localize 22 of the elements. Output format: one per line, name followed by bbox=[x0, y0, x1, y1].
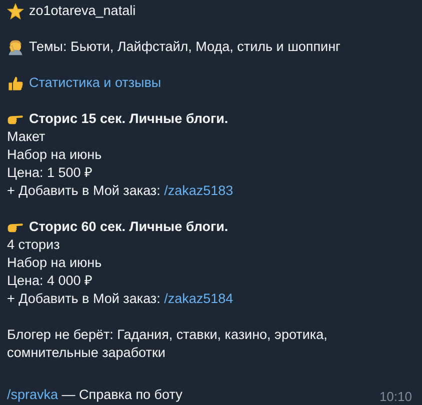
message-line: Цена: 1 500 ₽ bbox=[7, 164, 92, 182]
command-link[interactable]: /spravka bbox=[7, 387, 58, 402]
message-line: Блогер не берёт: Гадания, ставки, казино, эротика, сомнительные заработки bbox=[7, 326, 328, 362]
person-icon bbox=[7, 38, 24, 56]
message-line: zo1otareva_natali bbox=[29, 2, 136, 20]
command-link[interactable]: /zakaz5183 bbox=[164, 183, 234, 198]
star-icon bbox=[7, 2, 24, 20]
message-line: 4 сториз bbox=[7, 236, 60, 254]
message-line: Набор на июнь bbox=[7, 146, 102, 164]
offer-title: Сторис 60 сек. Личные блоги. bbox=[29, 218, 228, 236]
offer-title: Сторис 15 сек. Личные блоги. bbox=[29, 110, 228, 128]
message-line: Темы: Бьюти, Лайфстайл, Мода, стиль и шоппинг bbox=[29, 38, 340, 56]
command-link[interactable]: /zakaz5184 bbox=[164, 291, 234, 306]
thumbs-up-icon bbox=[7, 74, 24, 92]
message-line: Цена: 4 000 ₽ bbox=[7, 272, 92, 290]
message-line: /spravka — Справка по боту bbox=[7, 386, 182, 404]
message-line: + Добавить в Мой заказ: /zakaz5183 bbox=[7, 182, 234, 200]
message-line: + Добавить в Мой заказ: /zakaz5184 bbox=[7, 290, 234, 308]
message-line: Макет bbox=[7, 128, 46, 146]
message-line: Набор на июнь bbox=[7, 254, 102, 272]
message-time: 10:10 bbox=[379, 388, 412, 404]
command-link[interactable]: Статистика и отзывы bbox=[29, 75, 162, 90]
